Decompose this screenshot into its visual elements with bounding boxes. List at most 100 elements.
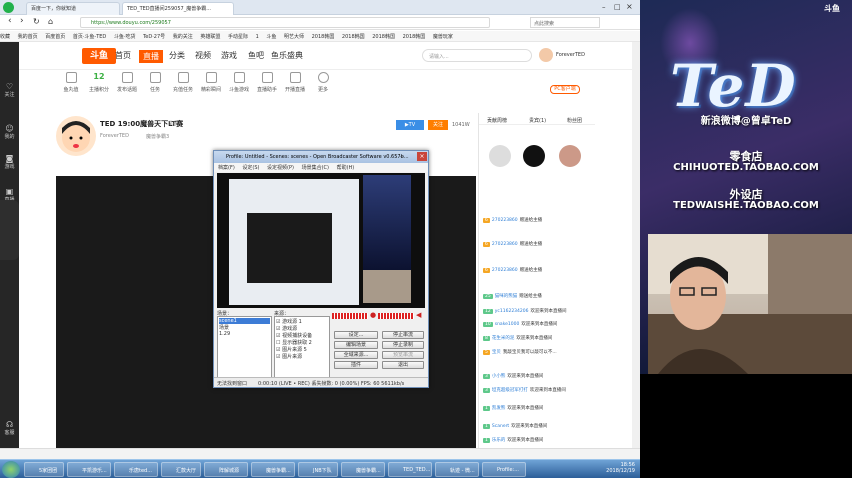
start-button[interactable] (2, 461, 20, 478)
nav-yuba[interactable]: 鱼吧 (248, 50, 264, 61)
browser-search-input[interactable]: 点此搜索 (530, 17, 600, 28)
rank-avatar-3[interactable] (559, 145, 581, 167)
bookmark[interactable]: 2018韩国 (403, 31, 426, 40)
bookmark[interactable]: 手动星际 (228, 31, 248, 40)
maximize-icon[interactable]: □ (614, 3, 621, 11)
bookmark[interactable]: 我的关注 (173, 31, 193, 40)
tool-games[interactable]: 斗鱼游戏 (225, 72, 253, 93)
obs-menu-profile[interactable]: 设定视频(P) (267, 165, 294, 171)
nav-category[interactable]: 分类 (169, 50, 185, 61)
home-icon[interactable]: ⌂ (48, 17, 53, 26)
page-scrollbar[interactable] (632, 42, 640, 459)
bookmark[interactable]: 百度首页 (45, 31, 65, 40)
nav-video[interactable]: 视频 (195, 50, 211, 61)
bookmark[interactable]: 斗鱼·吃货 (114, 31, 136, 40)
tab-baidu[interactable]: 百度一下，你就知道 (26, 2, 120, 15)
tool-assistant[interactable]: 直播助手 (253, 72, 281, 93)
taskbar-item[interactable]: 乐唐ted... (114, 462, 158, 477)
tool-recharge[interactable]: 充值任务 (169, 72, 197, 93)
bookmark[interactable]: 收藏 (0, 31, 10, 40)
rail-games[interactable]: ◙ 游戏 (0, 154, 19, 170)
rail-mine[interactable]: ☺ 我的 (0, 124, 19, 140)
obs-preview-button[interactable]: 预览串流 (382, 351, 424, 359)
rail-follow[interactable]: ♡ 关注 (0, 82, 19, 98)
bookmark[interactable]: TeD·27号 (143, 31, 165, 40)
bookmark[interactable]: 英雄联盟 (200, 31, 220, 40)
douyu-logo[interactable]: 斗鱼 (82, 48, 116, 64)
nav-festival[interactable]: 鱼乐盛典 (271, 50, 303, 61)
obs-exit-button[interactable]: 退出 (382, 361, 424, 369)
taskbar-item[interactable]: 平凯游乐... (67, 462, 111, 477)
taskbar-item[interactable]: TED_TED... (388, 462, 432, 477)
taskbar-item[interactable]: JNB下队 (298, 462, 338, 477)
source-item[interactable]: ☑ 图片来源 (276, 353, 328, 360)
bookmark[interactable]: 2018韩国 (312, 31, 335, 40)
scene-item[interactable]: 1.29 (219, 331, 270, 337)
obs-menu-file[interactable]: 档案(F) (218, 165, 235, 171)
follow-button[interactable]: 关注 (428, 120, 448, 130)
bookmark[interactable]: 魔兽玩家 (433, 31, 453, 40)
taskbar-item[interactable]: 阵解城源 (204, 462, 248, 477)
taskbar-item[interactable]: 魔兽争霸... (341, 462, 385, 477)
tab-douyu[interactable]: TED_TED直播间259057_魔兽争霸... (122, 2, 234, 15)
obs-settings-button[interactable]: 设定... (334, 331, 378, 339)
obs-menu-settings[interactable]: 设定(S) (242, 165, 259, 171)
source-item[interactable]: ☑ 视频捕获设备 (276, 332, 328, 339)
obs-scenes-list[interactable]: scene1 场景 1.29 (217, 316, 272, 378)
bookmark[interactable]: 2018韩国 (372, 31, 395, 40)
rank-avatar-1[interactable] (489, 145, 511, 167)
obs-edit-scene-button[interactable]: 编辑场景 (334, 341, 378, 349)
site-search-input[interactable]: 请输入... (422, 49, 532, 62)
close-icon[interactable]: × (626, 2, 633, 11)
user-avatar[interactable] (539, 48, 553, 62)
scene-item[interactable]: 场景 (219, 324, 270, 331)
obs-menu-scenes[interactable]: 场景集合(C) (302, 165, 329, 171)
obs-title-bar[interactable]: Profile: Untitled - Scenes: scenes - Ope… (214, 151, 428, 163)
rail-service[interactable]: ☊ 客服 (0, 420, 19, 436)
bookmark[interactable]: 2018韩国 (342, 31, 365, 40)
report-link[interactable]: 举报 (168, 120, 178, 127)
url-input[interactable]: https://www.douyu.com/259057 (80, 17, 490, 28)
rank-avatar-2[interactable] (523, 145, 545, 167)
obs-menu-help[interactable]: 帮助(H) (337, 165, 355, 171)
taskbar-item[interactable]: Profile:... (482, 462, 526, 477)
tool-highlight[interactable]: 精彩瞬间 (197, 72, 225, 93)
obs-close-icon[interactable]: × (417, 152, 427, 161)
obs-stop-stream-button[interactable]: 停止串流 (382, 331, 424, 339)
tool-topic[interactable]: 发布话题 (113, 72, 141, 93)
tool-task[interactable]: 任务 (141, 72, 169, 93)
bookmark[interactable]: 1 (256, 32, 259, 40)
nav-home[interactable]: 首页 (115, 50, 131, 61)
obs-minimize-icon[interactable]: – (400, 153, 403, 160)
obs-global-sources-button[interactable]: 全域来源... (334, 351, 378, 359)
tool-fishball[interactable]: 鱼丸值 (57, 72, 85, 93)
tool-start[interactable]: 开播直播 (281, 72, 309, 93)
minimize-icon[interactable]: – (602, 3, 606, 11)
obs-plugins-button[interactable]: 插件 (334, 361, 378, 369)
forward-icon[interactable]: › (20, 16, 24, 26)
sidebar-handle[interactable] (0, 200, 19, 260)
source-item[interactable]: ☑ 图片来源 5 (276, 346, 328, 353)
source-item[interactable]: ☐ 显示器获取 2 (276, 339, 328, 346)
taskbar-item[interactable]: 轨迹 - 微... (435, 462, 479, 477)
bookmark[interactable]: 明艺大师 (284, 31, 304, 40)
user-name[interactable]: ForeverTED (556, 52, 585, 58)
bookmark[interactable]: 首页·斗鱼-TED (73, 31, 106, 40)
host-name[interactable]: ForeverTED (100, 133, 129, 139)
bookmark[interactable]: 我的首页 (18, 31, 38, 40)
obs-sources-list[interactable]: ☑ 游戏源 1 ☑ 游戏源 ☑ 视频捕获设备 ☐ 显示器获取 2 ☑ 图片来源 … (274, 316, 330, 378)
speaker-icon[interactable]: ◀ (416, 311, 421, 319)
host-avatar[interactable] (56, 116, 96, 156)
taskbar-item[interactable]: 5家团团 (24, 462, 64, 477)
system-tray[interactable]: 18:56 2018/12/19 (560, 462, 638, 477)
nav-live[interactable]: 直播 (139, 50, 163, 63)
taskbar-item[interactable]: 汇款大厅 (161, 462, 201, 477)
refresh-icon[interactable]: ↻ (33, 17, 40, 26)
bookmark[interactable]: 斗鱼 (266, 31, 276, 40)
source-item[interactable]: ☑ 游戏源 1 (276, 318, 328, 325)
tab-fans[interactable]: 粉丝团 (567, 117, 582, 124)
mic-icon[interactable]: ● (370, 311, 376, 319)
back-icon[interactable]: ‹ (8, 16, 12, 26)
tab-vip[interactable]: 贵宾(1) (529, 117, 546, 124)
source-item[interactable]: ☑ 游戏源 (276, 325, 328, 332)
